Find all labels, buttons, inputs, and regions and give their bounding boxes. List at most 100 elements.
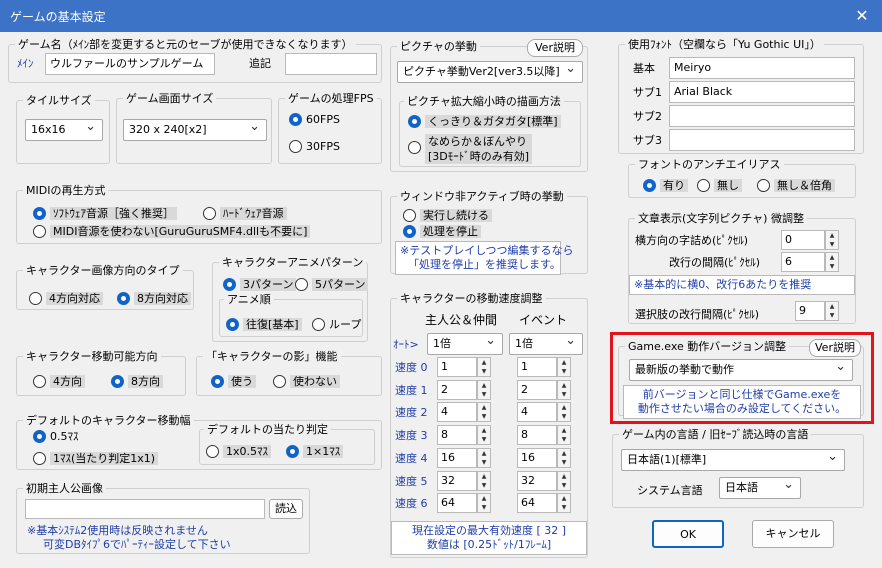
- font-sub2-input[interactable]: [669, 105, 855, 127]
- down-arrow-icon[interactable]: ▼: [559, 435, 569, 444]
- speed-event-arrows[interactable]: ▲ ▼: [557, 380, 571, 400]
- up-arrow-icon[interactable]: ▲: [559, 449, 569, 458]
- font-sub3-input[interactable]: [669, 129, 855, 151]
- speed-hero-value[interactable]: 8: [437, 425, 477, 445]
- down-arrow-icon[interactable]: ▼: [827, 311, 837, 320]
- tile-size-select[interactable]: 16x16: [25, 119, 103, 141]
- speed-hero-value[interactable]: 16: [437, 448, 477, 468]
- midi-none-radio[interactable]: MIDI音源を使わない[GuruGuruSMF4.dllも不要に]: [33, 224, 311, 239]
- up-arrow-icon[interactable]: ▲: [479, 358, 489, 367]
- speed-hero-value[interactable]: 2: [437, 380, 477, 400]
- down-arrow-icon[interactable]: ▼: [559, 412, 569, 421]
- up-arrow-icon[interactable]: ▲: [559, 426, 569, 435]
- linespace-value[interactable]: 6: [781, 252, 825, 272]
- down-arrow-icon[interactable]: ▼: [479, 390, 489, 399]
- speed-hero-value[interactable]: 1: [437, 357, 477, 377]
- anim-5-radio[interactable]: 5パターン: [295, 277, 369, 292]
- font-basic-input[interactable]: Meiryo: [669, 57, 855, 79]
- choice-space-value[interactable]: 9: [795, 301, 825, 321]
- midi-software-radio[interactable]: ｿﾌﾄｳｪｱ音源［強く推奨］: [33, 206, 177, 221]
- down-arrow-icon[interactable]: ▼: [827, 240, 837, 249]
- speed-hero-arrows[interactable]: ▲ ▼: [477, 471, 491, 491]
- midi-hardware-radio[interactable]: ﾊｰﾄﾞｳｪｱ音源: [203, 206, 287, 221]
- antialias-double-radio[interactable]: 無し＆倍角: [757, 178, 835, 193]
- inactive-continue-radio[interactable]: 実行し続ける: [403, 208, 492, 223]
- shadow-use-radio[interactable]: 使う: [211, 374, 256, 389]
- down-arrow-icon[interactable]: ▼: [479, 503, 489, 512]
- inactive-stop-radio[interactable]: 処理を停止: [403, 224, 481, 239]
- up-arrow-icon[interactable]: ▲: [479, 449, 489, 458]
- system-language-select[interactable]: 日本語: [719, 477, 801, 499]
- speed-hero-arrows[interactable]: ▲ ▼: [477, 402, 491, 422]
- speed-event-value[interactable]: 64: [517, 493, 557, 513]
- move-half-radio[interactable]: 0.5ﾏｽ: [33, 429, 79, 444]
- up-arrow-icon[interactable]: ▲: [559, 494, 569, 503]
- down-arrow-icon[interactable]: ▼: [479, 367, 489, 376]
- up-arrow-icon[interactable]: ▲: [479, 426, 489, 435]
- speed-event-value[interactable]: 1: [517, 357, 557, 377]
- down-arrow-icon[interactable]: ▼: [559, 458, 569, 467]
- speed-event-arrows[interactable]: ▲ ▼: [557, 448, 571, 468]
- move-full-radio[interactable]: 1ﾏｽ(当たり判定1x1): [33, 451, 159, 466]
- shadow-none-radio[interactable]: 使わない: [273, 374, 340, 389]
- antialias-off-radio[interactable]: 無し: [697, 178, 742, 193]
- up-arrow-icon[interactable]: ▲: [559, 403, 569, 412]
- down-arrow-icon[interactable]: ▼: [559, 481, 569, 490]
- speed-event-arrows[interactable]: ▲ ▼: [557, 357, 571, 377]
- down-arrow-icon[interactable]: ▼: [827, 262, 837, 271]
- linespace-arrows[interactable]: ▲ ▼: [825, 252, 839, 272]
- down-arrow-icon[interactable]: ▼: [559, 390, 569, 399]
- up-arrow-icon[interactable]: ▲: [559, 358, 569, 367]
- event-auto-select[interactable]: 1倍: [509, 333, 583, 355]
- speed-event-value[interactable]: 4: [517, 402, 557, 422]
- anim-order-roundtrip-radio[interactable]: 往復[基本]: [226, 317, 302, 332]
- char-dir-4-radio[interactable]: 4方向対応: [29, 291, 103, 306]
- up-arrow-icon[interactable]: ▲: [559, 381, 569, 390]
- down-arrow-icon[interactable]: ▼: [559, 367, 569, 376]
- antialias-on-radio[interactable]: 有り: [643, 178, 688, 193]
- anim-order-loop-radio[interactable]: ループ: [312, 317, 361, 332]
- scale-sharp-radio[interactable]: くっきり＆ガタガタ[標準]: [408, 114, 561, 129]
- speed-hero-arrows[interactable]: ▲ ▼: [477, 380, 491, 400]
- fps-60-radio[interactable]: 60FPS: [289, 112, 340, 127]
- load-button[interactable]: 読込: [269, 499, 303, 519]
- up-arrow-icon[interactable]: ▲: [827, 253, 837, 262]
- hit-full-radio[interactable]: 1×1ﾏｽ: [286, 444, 344, 459]
- speed-event-value[interactable]: 8: [517, 425, 557, 445]
- extra-name-input[interactable]: [285, 53, 377, 75]
- speed-event-value[interactable]: 16: [517, 448, 557, 468]
- speed-event-arrows[interactable]: ▲ ▼: [557, 493, 571, 513]
- down-arrow-icon[interactable]: ▼: [479, 458, 489, 467]
- picture-behavior-select[interactable]: ピクチャ挙動Ver2[ver3.5以降]: [397, 61, 583, 83]
- speed-hero-arrows[interactable]: ▲ ▼: [477, 493, 491, 513]
- up-arrow-icon[interactable]: ▲: [827, 302, 837, 311]
- up-arrow-icon[interactable]: ▲: [827, 231, 837, 240]
- hspace-arrows[interactable]: ▲ ▼: [825, 230, 839, 250]
- speed-hero-value[interactable]: 4: [437, 402, 477, 422]
- hspace-value[interactable]: 0: [781, 230, 825, 250]
- down-arrow-icon[interactable]: ▼: [479, 481, 489, 490]
- speed-hero-arrows[interactable]: ▲ ▼: [477, 448, 491, 468]
- char-dir-8-radio[interactable]: 8方向対応: [117, 291, 191, 306]
- speed-hero-arrows[interactable]: ▲ ▼: [477, 357, 491, 377]
- main-name-input[interactable]: ウルファールのサンプルゲーム: [45, 53, 215, 75]
- up-arrow-icon[interactable]: ▲: [479, 381, 489, 390]
- down-arrow-icon[interactable]: ▼: [479, 435, 489, 444]
- initial-hero-input[interactable]: [25, 499, 265, 519]
- up-arrow-icon[interactable]: ▲: [479, 403, 489, 412]
- speed-event-value[interactable]: 2: [517, 380, 557, 400]
- up-arrow-icon[interactable]: ▲: [479, 494, 489, 503]
- speed-event-value[interactable]: 32: [517, 471, 557, 491]
- ok-button[interactable]: OK: [652, 520, 724, 548]
- choice-space-arrows[interactable]: ▲ ▼: [825, 301, 839, 321]
- hero-auto-select[interactable]: 1倍: [427, 333, 503, 355]
- speed-event-arrows[interactable]: ▲ ▼: [557, 471, 571, 491]
- up-arrow-icon[interactable]: ▲: [559, 472, 569, 481]
- language-select[interactable]: 日本語(1)[標準]: [621, 449, 845, 471]
- speed-event-arrows[interactable]: ▲ ▼: [557, 402, 571, 422]
- speed-event-arrows[interactable]: ▲ ▼: [557, 425, 571, 445]
- speed-hero-value[interactable]: 64: [437, 493, 477, 513]
- speed-hero-arrows[interactable]: ▲ ▼: [477, 425, 491, 445]
- hit-half-radio[interactable]: 1x0.5ﾏｽ: [206, 444, 272, 459]
- close-icon[interactable]: ✕: [850, 4, 874, 28]
